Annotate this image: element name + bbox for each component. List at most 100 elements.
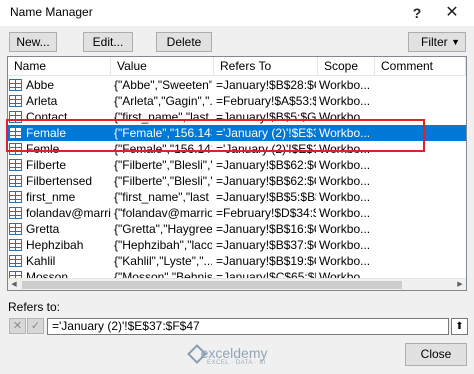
list-header: Name Value Refers To Scope Comment [8,57,466,76]
refers-to-cell: ='January (2)'!$E$3... [216,126,316,140]
name-cell: folandav@marri... [26,206,111,220]
scope-cell: Workbo... [319,94,371,108]
named-range-icon [9,191,22,203]
refers-to-cell: =January!$B$28:$C$ [216,78,316,92]
column-header-scope[interactable]: Scope [318,57,375,76]
name-cell: Arleta [26,94,58,108]
table-row[interactable]: Filberte {"Filberte","Blesli","... =Januar… [8,157,466,173]
help-button[interactable]: ? [405,3,429,23]
column-header-value[interactable]: Value [111,57,214,76]
name-cell: Femle [26,142,60,156]
refers-to-cell: =January!$B$16:$C$ [216,222,316,236]
comment-cell [377,93,465,109]
name-cell: Kahlil [26,254,56,268]
scope-cell: Workbo... [319,110,371,124]
name-cell: Filberte [26,158,67,172]
named-range-icon [9,143,22,155]
comment-cell [377,205,465,221]
window-title: Name Manager [10,5,93,19]
watermark-tagline: EXCEL · DATA · BI [207,360,267,366]
table-row[interactable]: Gretta {"Gretta","Haygreen... =January!$B$… [8,221,466,237]
scope-cell: Workbo... [319,206,371,220]
column-header-refers-to[interactable]: Refers To [214,57,318,76]
horizontal-scrollbar[interactable]: ◀ ▶ [8,278,466,290]
name-cell: Contact [26,110,68,124]
filter-label: Filter [421,35,448,49]
value-cell: {"first_name","last ... [114,190,212,204]
names-list[interactable]: Name Value Refers To Scope Comment Abbe {… [7,56,467,291]
refers-to-cell: =February!$D$34:$D [216,206,316,220]
name-cell: first_nme [26,190,76,204]
comment-cell [377,109,465,125]
refers-to-cell: =January!$B$62:$C$ [216,158,316,172]
cancel-edit-icon[interactable]: ✕ [9,318,26,334]
table-row[interactable]: first_nme {"first_name","last ... =January… [8,189,466,205]
column-header-comment[interactable]: Comment [375,57,466,76]
comment-cell [377,189,465,205]
table-row[interactable]: Kahlil {"Kahlil","Lyste","... =January!$B$… [8,253,466,269]
value-cell: {"Female","156.143.... [114,142,212,156]
refers-to-input[interactable]: ='January (2)'!$E$37:$F$47 [47,318,449,335]
scope-cell: Workbo... [319,174,371,188]
filter-button[interactable]: Filter ▼ [408,32,466,52]
table-row[interactable]: Female {"Female","156.143.... ='January (2… [8,125,466,141]
watermark-brand: exceldemy [185,345,268,361]
scroll-right-icon[interactable]: ▶ [454,279,466,290]
new-button[interactable]: New... [9,32,57,52]
comment-cell [377,237,465,253]
comment-cell [377,141,465,157]
table-row[interactable]: folandav@marri...{"folandav@marrio... =Fe… [8,205,466,221]
scope-cell: Workbo... [319,254,371,268]
table-row[interactable]: Femle {"Female","156.143.... ='January (2)… [8,141,466,157]
window-close-button[interactable]: ✕ [440,3,464,23]
scrollbar-thumb[interactable] [22,281,402,289]
delete-button[interactable]: Delete [156,32,212,52]
named-range-icon [9,95,22,107]
value-cell: {"Arleta","Gagin","... [114,94,212,108]
confirm-edit-icon[interactable]: ✓ [27,318,44,334]
scope-cell: Workbo... [319,222,371,236]
named-range-icon [9,255,22,267]
title-bar: Name Manager ? ✕ [0,0,474,26]
collapse-dialog-icon[interactable]: ⬆ [451,318,468,335]
value-cell: {"Filberte","Blesli","... [114,158,212,172]
table-row[interactable]: Contact {"first_name","last ... =January!$… [8,109,466,125]
refers-to-cell: =January!$B$37:$C$ [216,238,316,252]
column-header-name[interactable]: Name [8,57,111,76]
value-cell: {"Gretta","Haygreen... [114,222,212,236]
scroll-left-icon[interactable]: ◀ [8,279,20,290]
chevron-down-icon: ▼ [451,37,460,47]
value-cell: {"Female","156.143.... [114,126,212,140]
named-range-icon [9,127,22,139]
name-cell: Female [26,126,67,140]
edit-button[interactable]: Edit... [83,32,133,52]
name-cell: Hephzibah [26,238,84,252]
list-rows: Abbe {"Abbe","Sweeten"; =January!$B$28:$C$… [8,77,466,290]
comment-cell [377,77,465,93]
scope-cell: Workbo... [319,78,371,92]
value-cell: {"folandav@marrio... [114,206,212,220]
scope-cell: Workbo... [319,126,371,140]
comment-cell [377,253,465,269]
table-row[interactable]: Arleta {"Arleta","Gagin","... =February!$A… [8,93,466,109]
scope-cell: Workbo... [319,142,371,156]
refers-to-cell: =February!$A$53:$ [216,94,316,108]
close-button[interactable]: Close [405,343,467,366]
refers-to-cell: ='January (2)'!$E$37:$F... [216,142,316,156]
named-range-icon [9,159,22,171]
value-cell: {"first_name","last ... [114,110,212,124]
refers-to-cell: =January!$B$62:$G$ [216,174,316,188]
table-row[interactable]: Filbertensed {"Filberte","Blesli","... =Ja… [8,173,466,189]
table-row[interactable]: Abbe {"Abbe","Sweeten"; =January!$B$28:$C$… [8,77,466,93]
named-range-icon [9,175,22,187]
name-cell: Filbertensed [26,174,93,188]
value-cell: {"Filberte","Blesli","... [114,174,212,188]
value-cell: {"Kahlil","Lyste","... [114,254,212,268]
named-range-icon [9,111,22,123]
value-cell: {"Hephzibah","lacoo... [114,238,212,252]
comment-cell [377,125,465,141]
scope-cell: Workbo... [319,158,371,172]
value-cell: {"Abbe","Sweeten"; [114,78,212,92]
table-row[interactable]: Hephzibah {"Hephzibah","lacoo... =January!… [8,237,466,253]
refers-to-cell: =January!$B$19:$C$ [216,254,316,268]
